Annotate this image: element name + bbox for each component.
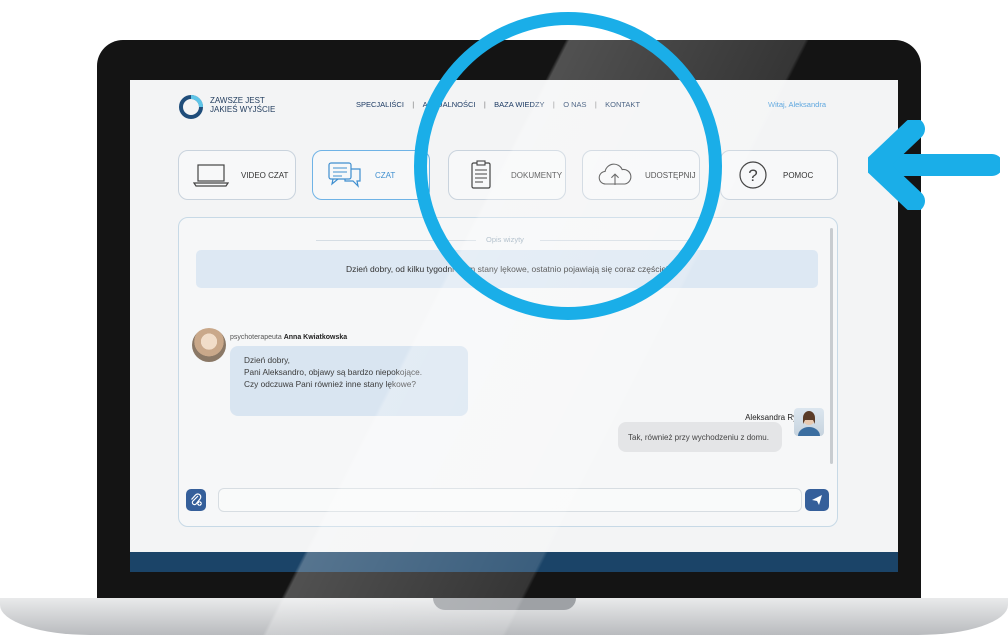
send-button[interactable] (805, 489, 829, 511)
therapist-role: psychoterapeuta (230, 334, 282, 341)
laptop-notch (433, 598, 576, 610)
highlight-circle (414, 12, 722, 320)
logo-text: ZAWSZE JEST JAKIEŚ WYJŚCIE (210, 96, 320, 114)
therapist-avatar (192, 328, 226, 362)
logo-line-1: ZAWSZE JEST (210, 96, 265, 105)
laptop-icon (193, 161, 229, 189)
svg-text:?: ? (748, 166, 757, 185)
tab-video-chat[interactable]: VIDEO CZAT (178, 150, 296, 200)
logo-line-2: JAKIEŚ WYJŚCIE (210, 105, 276, 114)
therapist-message-line: Dzień dobry, (244, 355, 290, 365)
message-input[interactable] (218, 488, 802, 512)
therapist-message-line: Pani Aleksandro, objawy są bardzo niepok… (244, 367, 423, 377)
chat-bubbles-icon (327, 161, 363, 189)
arrow-left-icon (868, 120, 1000, 210)
tab-video-chat-label: VIDEO CZAT (241, 170, 289, 180)
therapist-message: Dzień dobry, Pani Aleksandro, objawy są … (230, 346, 468, 416)
therapist-message-line: Czy odczuwa Pani również inne stany lęko… (244, 379, 417, 389)
therapist-header: psychoterapeuta Anna Kwiatkowska (230, 334, 347, 341)
user-greeting[interactable]: Witaj, Aleksandra (768, 100, 826, 109)
therapist-name: Anna Kwiatkowska (283, 334, 348, 341)
question-icon: ? (735, 161, 771, 189)
paperclip-icon (191, 493, 202, 506)
nav-separator: | (403, 100, 423, 109)
send-icon (812, 495, 822, 505)
tab-help[interactable]: ? POMOC (720, 150, 838, 200)
tab-chat[interactable]: CZAT (312, 150, 430, 200)
chat-scrollbar[interactable] (830, 228, 833, 464)
nav-item-specjalisci[interactable]: SPECJALIŚCI (356, 100, 404, 109)
tab-help-label: POMOC (783, 170, 814, 180)
user-message: Tak, również przy wychodzeniu z domu. (618, 422, 782, 452)
attach-button[interactable] (186, 489, 206, 511)
logo-icon[interactable] (178, 94, 204, 120)
footer-bar (130, 552, 898, 572)
tab-chat-label: CZAT (375, 170, 396, 180)
user-avatar (794, 408, 824, 436)
